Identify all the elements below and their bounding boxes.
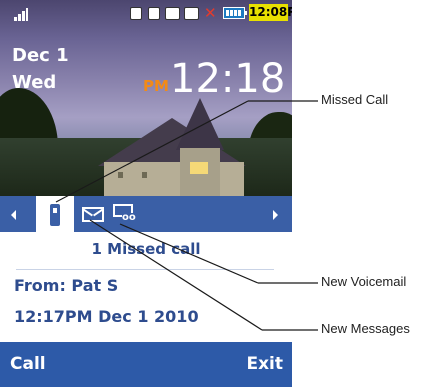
callout-line-new-voicemail — [119, 223, 259, 284]
callout-line-new-messages — [89, 219, 263, 331]
callout-line-missed-call — [55, 100, 249, 203]
callout-missed-call: Missed Call — [321, 92, 389, 107]
callout-new-messages: New Messages — [321, 321, 410, 336]
callout-new-voicemail: New Voicemail — [321, 274, 407, 289]
